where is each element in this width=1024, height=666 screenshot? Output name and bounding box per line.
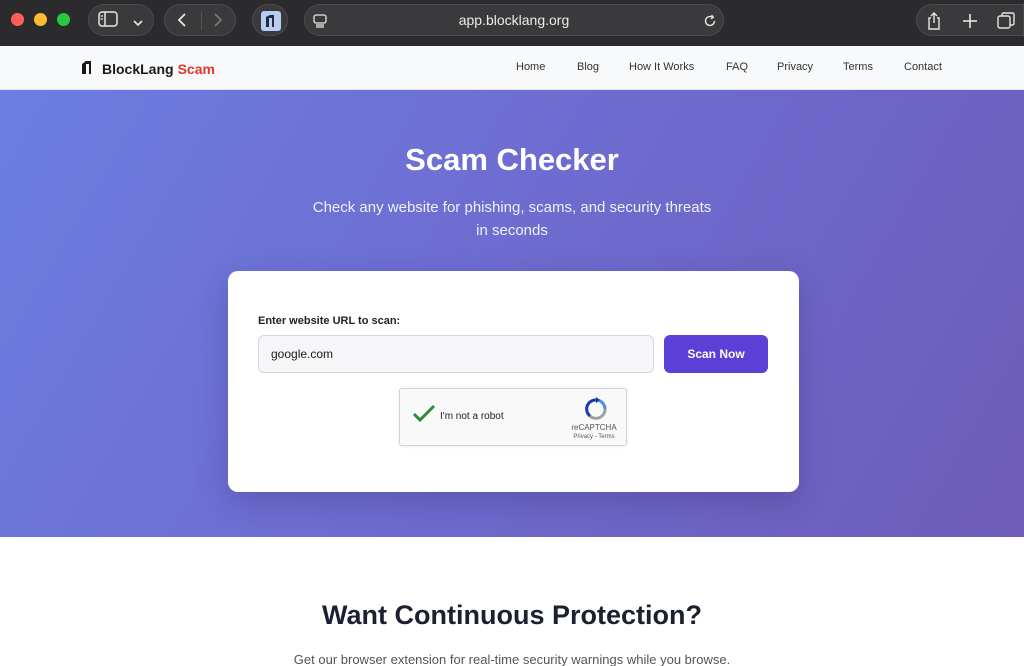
url-text: app.blocklang.org — [458, 12, 570, 28]
logo-accent-text: Scam — [177, 61, 215, 77]
chevron-down-icon[interactable] — [132, 14, 144, 33]
checkmark-icon[interactable] — [412, 403, 436, 428]
url-input[interactable] — [258, 335, 654, 373]
nav-home[interactable]: Home — [516, 61, 545, 73]
promo-subtitle: Get our browser extension for real-time … — [293, 652, 731, 666]
zoom-window-button[interactable] — [57, 13, 70, 26]
promo-title: Want Continuous Protection? — [322, 600, 702, 630]
nav-terms[interactable]: Terms — [843, 61, 873, 73]
recaptcha-links[interactable]: Privacy - Terms — [560, 434, 628, 440]
nav-contact[interactable]: Contact — [904, 61, 942, 73]
recaptcha-brand: reCAPTCHA — [571, 423, 617, 432]
nav-divider — [201, 12, 202, 30]
nav-blog[interactable]: Blog — [577, 61, 599, 73]
url-field-label: Enter website URL to scan: — [258, 315, 401, 327]
history-nav — [164, 4, 236, 36]
sidebar-icon — [98, 11, 118, 31]
nav-privacy[interactable]: Privacy — [777, 61, 813, 73]
nav-how-it-works[interactable]: How It Works — [629, 61, 694, 73]
minimize-window-button[interactable] — [34, 13, 47, 26]
window-actions — [916, 4, 1024, 36]
hero-section: Scam Checker Check any website for phish… — [0, 90, 1024, 537]
address-bar[interactable]: app.blocklang.org — [304, 4, 724, 36]
back-icon[interactable] — [176, 12, 188, 32]
site-logo[interactable]: BlockLang Scam — [80, 60, 215, 78]
browser-toolbar: app.blocklang.org — [0, 0, 1024, 46]
scan-now-button[interactable]: Scan Now — [664, 335, 768, 373]
reload-icon[interactable] — [703, 13, 717, 32]
logo-brand-text: BlockLang — [102, 61, 174, 77]
site-header: BlockLang Scam Home Blog How It Works FA… — [0, 46, 1024, 90]
forward-icon[interactable] — [212, 12, 224, 32]
sidebar-toggle-button[interactable] — [88, 4, 154, 36]
hero-title: Scam Checker — [405, 142, 619, 177]
close-window-button[interactable] — [11, 13, 24, 26]
recaptcha-icon — [584, 397, 608, 426]
share-icon[interactable] — [926, 11, 942, 35]
hero-subtitle: Check any website for phishing, scams, a… — [312, 199, 712, 239]
tabs-overview-icon[interactable] — [997, 12, 1015, 34]
nav-faq[interactable]: FAQ — [726, 61, 748, 73]
new-tab-icon[interactable] — [962, 13, 978, 33]
recaptcha-widget: I'm not a robot reCAPTCHA Privacy - Term… — [399, 388, 627, 446]
logo-icon — [80, 59, 96, 80]
recaptcha-label: I'm not a robot — [440, 411, 504, 422]
scan-card: Enter website URL to scan: Scan Now I'm … — [228, 271, 799, 492]
site-favicon-icon — [261, 11, 281, 35]
site-tab-button[interactable] — [252, 4, 288, 36]
